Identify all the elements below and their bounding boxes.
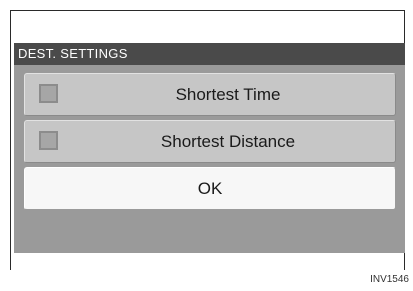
- shortest-time-label: Shortest Time: [175, 85, 281, 104]
- checkbox-icon: [39, 84, 58, 103]
- dest-settings-screen: DEST. SETTINGS Shortest Time Shortest Di…: [14, 43, 405, 253]
- checkbox-icon: [39, 131, 58, 150]
- shortest-distance-button[interactable]: Shortest Distance: [24, 120, 396, 163]
- figure-code: INV1546: [370, 274, 409, 285]
- ok-button[interactable]: OK: [24, 167, 396, 210]
- ok-label: OK: [197, 179, 223, 198]
- shortest-distance-label: Shortest Distance: [160, 132, 296, 151]
- shortest-time-button[interactable]: Shortest Time: [24, 73, 396, 116]
- title-bar: DEST. SETTINGS: [14, 43, 405, 65]
- screen-title: DEST. SETTINGS: [18, 46, 128, 61]
